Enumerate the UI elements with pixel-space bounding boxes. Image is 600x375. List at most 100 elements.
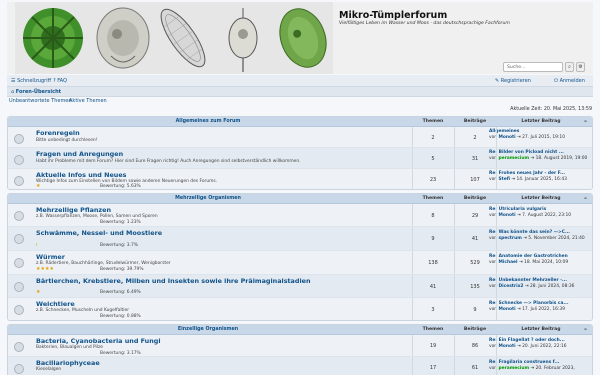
last-post-author[interactable]: Monoti (498, 344, 515, 349)
last-post-author[interactable]: spectrum (498, 236, 521, 241)
site-description: Vielfältiges Leben im Wasser und Moos - … (339, 21, 510, 26)
forum-read-icon (14, 176, 24, 186)
search-input[interactable]: Suche… (503, 62, 563, 72)
goto-post-icon[interactable]: ⇥ (523, 236, 527, 241)
rating-stars: ı (36, 242, 38, 248)
column-divider (412, 148, 413, 168)
collapse-button[interactable]: – (584, 326, 587, 333)
goto-post-icon[interactable]: ⇥ (519, 260, 523, 265)
topics-count: 19 (429, 343, 437, 349)
collapse-button[interactable]: – (584, 118, 587, 125)
register-link[interactable]: ✎ Registrieren (495, 78, 531, 84)
last-post-author[interactable]: Michael (498, 260, 517, 265)
forum-name[interactable]: Forenregeln (36, 129, 80, 137)
goto-post-icon[interactable]: ⇥ (525, 284, 529, 289)
forum-read-icon (14, 342, 24, 352)
collapse-button[interactable]: – (584, 195, 587, 202)
last-post: Re: Fragilaria construens f... von peram… (489, 360, 592, 372)
forum-name[interactable]: Fragen und Anregungen (36, 150, 123, 158)
site-title[interactable]: Mikro-Tümplerforum (339, 10, 447, 21)
forum-read-icon (14, 155, 24, 165)
column-divider (454, 204, 455, 226)
forum-name[interactable]: Bärtierchen, Krebstiere, Milben und Inse… (36, 277, 311, 285)
topics-count: 23 (429, 177, 437, 183)
advanced-search-button[interactable]: ⚙ (576, 62, 585, 72)
category-title[interactable]: Allgemeines zum Forum (108, 119, 308, 124)
forum-name[interactable]: Weichtiere (36, 300, 75, 308)
forum-rating: Bewertung: 3.17% (100, 351, 141, 356)
column-divider (454, 335, 455, 356)
forum-row[interactable]: Bacillariophyceae Kieselalgen 17 61 Re: … (8, 357, 592, 375)
goto-post-icon[interactable]: ⇥ (531, 366, 535, 371)
active-topics-link[interactable]: Aktive Themen (69, 98, 107, 104)
last-post-header: Letzter Beitrag (521, 327, 561, 332)
last-post-author[interactable]: peramecium (498, 366, 529, 371)
forum-read-icon (14, 282, 24, 292)
goto-post-icon[interactable]: ⇥ (511, 177, 515, 182)
last-post: Re: Schnecke —> Planorbis ca... von Mono… (489, 301, 592, 313)
forum-name[interactable]: Mehrzellige Pflanzen (36, 206, 111, 214)
category-title[interactable]: Einzellige Organismen (108, 327, 308, 332)
forum-row[interactable]: Fragen und Anregungen Habt ihr Probleme … (8, 148, 592, 169)
site-header: Mikro-Tümplerforum Vielfältiges Leben im… (7, 2, 593, 74)
forum-name[interactable]: Bacteria, Cyanobacteria und Fungi (36, 337, 161, 345)
last-post-author[interactable]: Monoti (498, 213, 515, 218)
breadcrumb[interactable]: ⌂ Foren-Übersicht (11, 89, 61, 95)
forum-description: Habt ihr Probleme mit dem Forum? Hier si… (36, 159, 301, 164)
last-post-author[interactable]: Stefi (498, 177, 510, 182)
forum-row[interactable]: Aktuelle Infos und Neues Wichtige Infos … (8, 169, 592, 189)
last-post-author[interactable]: Dicestrix2 (498, 284, 523, 289)
forum-name[interactable]: Aktuelle Infos und Neues (36, 171, 126, 179)
goto-post-icon[interactable]: ⇥ (531, 156, 535, 161)
category-header: Allgemeines zum Forum Themen Beiträge Le… (8, 117, 592, 127)
forum-rating: Bewertung: 6.49% (100, 290, 141, 295)
column-divider (496, 204, 497, 226)
forum-row[interactable]: Bacteria, Cyanobacteria und Fungi Bakter… (8, 335, 592, 357)
forum-row[interactable]: Forenregeln Bitte unbedingt durchlesen! … (8, 127, 592, 148)
last-post-date: 20. Februar 2023, (535, 366, 575, 371)
topics-header: Themen (422, 327, 444, 332)
top-navbar: ☰ Schnellzugriff ? FAQ ✎ Registrieren ⏻ … (7, 75, 593, 87)
breadcrumb-bar: ⌂ Foren-Übersicht (7, 87, 593, 97)
category-header: Einzellige Organismen Themen Beiträge Le… (8, 325, 592, 335)
last-post-author[interactable]: Monoti (498, 135, 515, 140)
column-divider (496, 275, 497, 297)
login-link[interactable]: ⏻ Anmelden (554, 78, 585, 84)
column-divider (496, 251, 497, 274)
faq-link[interactable]: ? FAQ (53, 78, 67, 84)
forum-row[interactable]: Mehrzellige Pflanzen z.B. Wasserpflanzen… (8, 204, 592, 227)
goto-post-icon[interactable]: ⇥ (517, 135, 521, 140)
forum-description: Bitte unbedingt durchlesen! (36, 138, 98, 143)
last-post-author[interactable]: peramecium (498, 156, 529, 161)
column-divider (412, 275, 413, 297)
column-divider (412, 251, 413, 274)
goto-post-icon[interactable]: ⇥ (517, 307, 521, 312)
forum-row[interactable]: Bärtierchen, Krebstiere, Milben und Inse… (8, 275, 592, 298)
last-post-author[interactable]: Monoti (498, 307, 515, 312)
column-divider (412, 335, 413, 356)
quicklinks-menu[interactable]: ☰ Schnellzugriff (11, 78, 51, 84)
goto-post-icon[interactable]: ⇥ (517, 213, 521, 218)
forum-name[interactable]: Würmer (36, 253, 65, 261)
login-label: Anmelden (559, 78, 585, 84)
column-divider (496, 127, 497, 147)
forum-row[interactable]: Weichtiere z.B. Schnecken, Muscheln und … (8, 298, 592, 320)
column-divider (454, 227, 455, 250)
goto-post-icon[interactable]: ⇥ (517, 344, 521, 349)
category-title[interactable]: Mehrzellige Organismen (108, 196, 308, 201)
category-general: Allgemeines zum Forum Themen Beiträge Le… (7, 116, 593, 190)
search-button[interactable]: ⌕ (565, 62, 574, 72)
unanswered-topics-link[interactable]: Unbeantwortete Themen (9, 98, 72, 104)
topics-count: 3 (431, 307, 435, 313)
microorganism-banner-image (15, 2, 333, 74)
column-divider (454, 169, 455, 189)
gear-icon: ⚙ (578, 64, 583, 70)
column-divider (412, 204, 413, 226)
forum-name[interactable]: Schwämme, Nessel- und Moostiere (36, 229, 162, 237)
forum-row[interactable]: Würmer z.B. Rädertiere, Bauchhärlinge, S… (8, 251, 592, 275)
forum-name[interactable]: Bacillariophyceae (36, 359, 100, 367)
forum-row[interactable]: Schwämme, Nessel- und Moostiere ı Bewert… (8, 227, 592, 251)
forum-rating: Bewertung: 3.7% (100, 243, 138, 248)
forum-description: Bakterien, Blaualgen und Pilze (36, 345, 103, 350)
topics-count: 17 (429, 365, 437, 371)
